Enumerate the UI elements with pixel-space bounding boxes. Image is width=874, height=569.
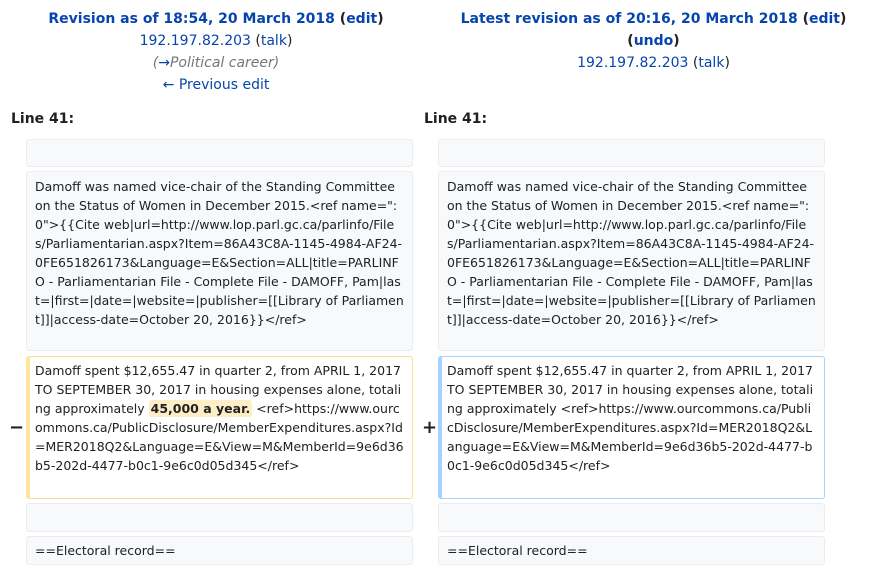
context-empty-left [26,139,413,167]
latest-revision-edit-link[interactable]: edit [809,11,840,27]
section-name: Political career [169,55,274,71]
old-revision-header: Revision as of 18:54, 20 March 2018 (edi… [0,8,432,96]
old-revision-talk-link[interactable]: talk [261,33,287,49]
old-revision-user-link[interactable]: 192.197.82.203 [140,33,251,49]
latest-revision-user-line: 192.197.82.203 (talk) [577,55,730,71]
context-empty-right-2 [438,503,825,532]
latest-revision-title-link[interactable]: Latest revision as of 20:16, 20 March 20… [461,11,798,27]
line-number-left: Line 41: [11,111,75,127]
latest-revision-close-paren: ) [840,11,847,27]
latest-revision-talk-link[interactable]: talk [698,55,724,71]
context-paragraph-left: Damoff was named vice-chair of the Stand… [26,171,413,351]
undo-line: (undo) [627,33,680,49]
old-revision-edit-link[interactable]: edit [346,11,377,27]
added-line: Damoff spent $12,655.47 in quarter 2, fr… [438,356,825,499]
latest-revision-open-paren: ( [797,11,809,27]
latest-revision-title-line: Latest revision as of 20:16, 20 March 20… [433,8,874,30]
previous-edit-link[interactable]: ← Previous edit [163,77,270,93]
old-revision-title-link[interactable]: Revision as of 18:54, 20 March 2018 [48,11,335,27]
deleted-line: Damoff spent $12,655.47 in quarter 2, fr… [26,356,413,499]
old-revision-open-paren: ( [334,11,347,27]
section-arrow-link[interactable]: → [158,55,170,71]
undo-link[interactable]: undo [634,33,674,49]
old-revision-user-line: 192.197.82.203 (talk) [139,33,293,49]
context-paragraph-right: Damoff was named vice-chair of the Stand… [438,171,825,351]
deleted-highlight: 45,000 a year. [148,400,253,417]
context-heading-right: ==Electoral record== [438,536,825,565]
old-revision-close-paren: ) [377,11,384,27]
old-revision-title-line: Revision as of 18:54, 20 March 2018 (edi… [0,8,432,30]
context-empty-right [438,139,825,167]
latest-revision-user-link[interactable]: 192.197.82.203 [577,55,688,71]
line-number-right: Line 41: [424,111,488,127]
latest-revision-header: Latest revision as of 20:16, 20 March 20… [433,8,874,74]
deletion-marker: − [9,417,25,438]
context-empty-left-2 [26,503,413,532]
context-heading-left: ==Electoral record== [26,536,413,565]
addition-marker: + [422,417,438,438]
old-revision-edit-summary: (→Political career) [152,55,280,71]
